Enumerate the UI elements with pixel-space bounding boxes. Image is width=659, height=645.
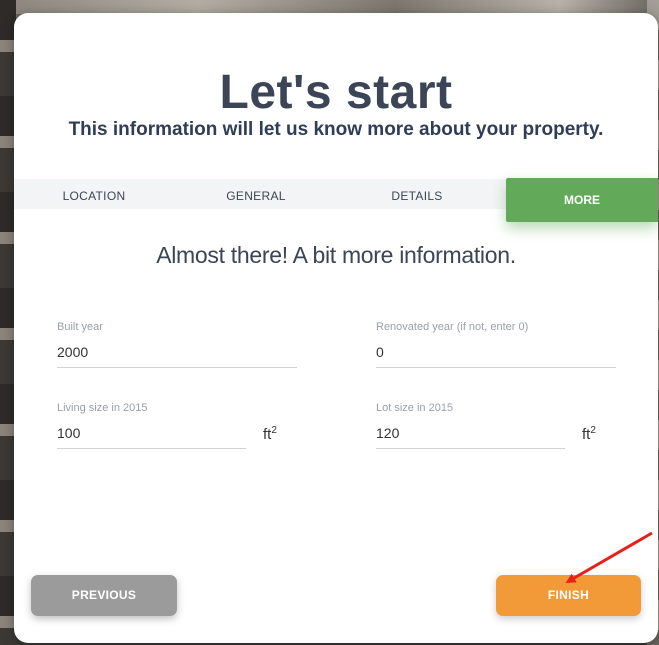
renovated-year-group: Renovated year (if not, enter 0) — [376, 321, 616, 368]
page-subtitle: This information will let us know more a… — [68, 119, 604, 140]
tab-more[interactable]: MORE — [506, 178, 658, 222]
renovated-year-input[interactable] — [376, 341, 616, 368]
step-tabs: LOCATION GENERAL DETAILS — [14, 179, 506, 209]
lot-size-group: Lot size in 2015 — [376, 402, 565, 449]
finish-button[interactable]: FINISH — [496, 575, 641, 616]
previous-button[interactable]: PREVIOUS — [31, 575, 177, 616]
renovated-year-label: Renovated year (if not, enter 0) — [376, 321, 529, 333]
tab-general[interactable]: GENERAL — [196, 179, 316, 209]
tab-details[interactable]: DETAILS — [357, 179, 477, 209]
lot-size-unit: ft2 — [582, 425, 596, 443]
living-size-label: Living size in 2015 — [57, 402, 148, 414]
wizard-card: Let's start This information will let us… — [14, 13, 658, 643]
living-size-group: Living size in 2015 — [57, 402, 246, 449]
page-title: Let's start — [219, 66, 453, 119]
built-year-label: Built year — [57, 321, 103, 333]
built-year-group: Built year — [57, 321, 297, 368]
lot-size-label: Lot size in 2015 — [376, 402, 454, 414]
living-size-input[interactable] — [57, 422, 246, 449]
living-size-unit: ft2 — [263, 425, 277, 443]
section-heading: Almost there! A bit more information. — [156, 242, 516, 268]
tab-location[interactable]: LOCATION — [34, 179, 154, 209]
lot-size-input[interactable] — [376, 422, 565, 449]
built-year-input[interactable] — [57, 341, 297, 368]
